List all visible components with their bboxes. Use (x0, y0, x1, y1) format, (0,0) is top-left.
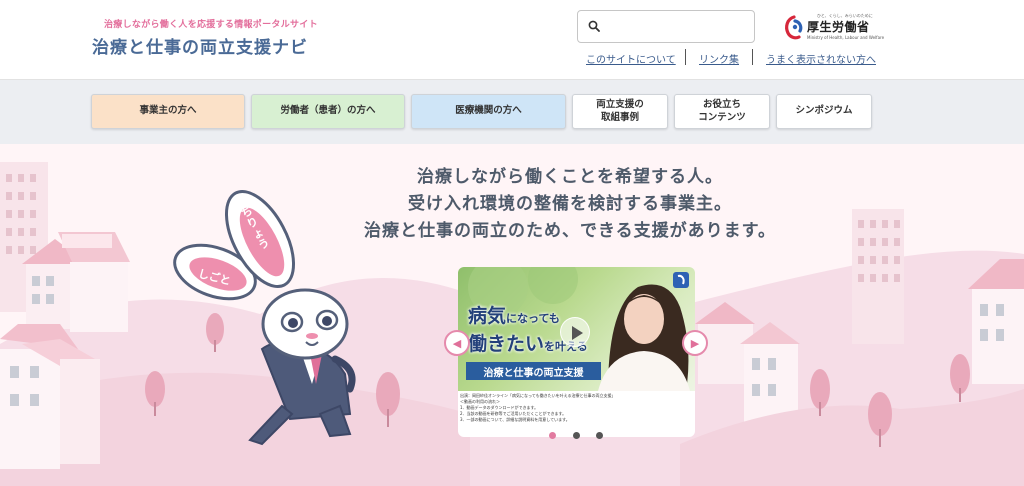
link-display-help[interactable]: うまく表示されない方へ (766, 51, 876, 66)
caption-line: 3．一部の動画について、詳細な説明資料を用意しています。 (460, 417, 570, 422)
hero-section: しごと ちりょう 治療しながら働くことを希望する人。 受け入れ環境の整備を検討す… (0, 144, 1024, 486)
carousel-dot-2[interactable] (573, 432, 580, 439)
ministry-mark-icon (673, 272, 689, 288)
carousel-prev-button[interactable]: ◀ (444, 330, 470, 356)
link-links[interactable]: リンク集 (699, 51, 739, 66)
ministry-emblem-icon (785, 15, 803, 40)
link-divider (685, 49, 686, 65)
search-icon[interactable] (588, 20, 600, 32)
ministry-english-name: Ministry of Health, Labour and Welfare (807, 35, 885, 40)
slide-big-text-2: 働きたい (468, 333, 545, 355)
site-tagline: 治療しながら働く人を応援する情報ポータルサイト (104, 20, 318, 30)
slide-headline-1: 病気になっても (468, 301, 560, 328)
hero-line-2: 受け入れ環境の整備を検討する事業主。 (408, 194, 732, 214)
slide-caption: 出演：岡田紗佳オンライン「病気になっても働きたいを叶える治療と仕事の両立支援」 … (460, 393, 690, 423)
carousel-slide[interactable]: 病気になっても 働きたいを叶える 治療と仕事の両立支援 出演：岡田紗佳オンライン… (458, 267, 695, 437)
site-header: 治療しながら働く人を応援する情報ポータルサイト 治療と仕事の両立支援ナビ ひと、… (0, 0, 1024, 80)
hero-line-3: 治療と仕事の両立のため、できる支援があります。 (364, 221, 776, 241)
main-navigation: 事業主の方へ 労働者（患者）の方へ 医療機関の方へ 両立支援の 取組事例 お役立… (0, 80, 1024, 144)
link-divider (752, 49, 753, 65)
search-input[interactable] (608, 17, 748, 37)
nav-useful-contents[interactable]: お役立ち コンテンツ (674, 94, 770, 129)
hero-line-1: 治療しながら働くことを希望する人。 (417, 167, 723, 187)
carousel-next-button[interactable]: ▶ (682, 330, 708, 356)
nav-medical-institutions[interactable]: 医療機関の方へ (411, 94, 566, 129)
play-icon[interactable] (560, 317, 590, 347)
slide-big-text-1: 病気 (468, 305, 507, 327)
carousel-dot-1[interactable] (549, 432, 556, 439)
carousel-dot-3[interactable] (596, 432, 603, 439)
slide-small-text-1: になっても (506, 312, 560, 325)
hero-heading: 治療しながら働くことを希望する人。 受け入れ環境の整備を検討する事業主。 治療と… (340, 164, 800, 245)
search-box[interactable] (577, 10, 755, 43)
ministry-name: 厚生労働省 (807, 20, 870, 34)
nav-symposium[interactable]: シンポジウム (776, 94, 872, 129)
site-title[interactable]: 治療と仕事の両立支援ナビ (92, 33, 308, 58)
nav-case-studies[interactable]: 両立支援の 取組事例 (572, 94, 668, 129)
link-about-site[interactable]: このサイトについて (586, 51, 676, 66)
nav-workers[interactable]: 労働者（患者）の方へ (251, 94, 405, 129)
nav-employers[interactable]: 事業主の方へ (91, 94, 245, 129)
ministry-logo[interactable]: ひと、くらし、みらいのために 厚生労働省 Ministry of Health,… (783, 13, 885, 41)
slide-banner: 治療と仕事の両立支援 (466, 362, 601, 380)
